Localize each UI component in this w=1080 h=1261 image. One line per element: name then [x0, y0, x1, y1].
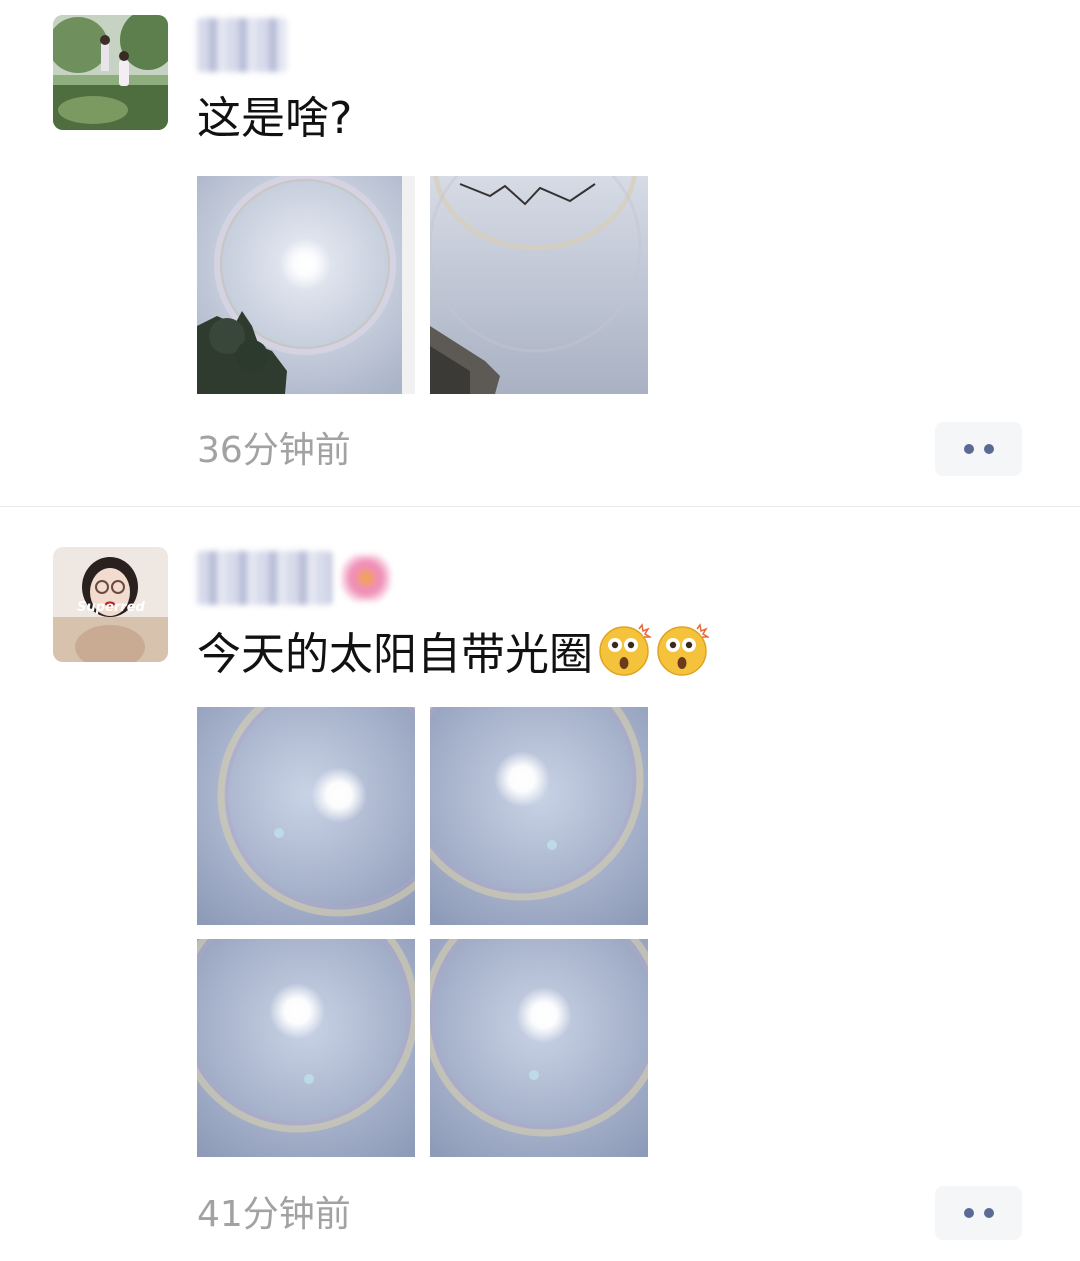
moment-post: 这是啥? 36分钟前 [0, 0, 1080, 506]
astonished-face-icon [597, 623, 651, 677]
avatar-caption: Superred [77, 600, 145, 615]
flower-icon [342, 555, 390, 601]
post-photo[interactable] [197, 176, 415, 394]
post-photo[interactable] [430, 176, 648, 394]
post-photo[interactable] [430, 707, 648, 925]
post-photo[interactable] [197, 939, 415, 1157]
post-text: 今天的太阳自带光圈 [197, 623, 709, 683]
avatar[interactable]: Superred [53, 547, 168, 662]
more-dots-icon [963, 444, 974, 454]
more-dots-icon [963, 1208, 974, 1218]
more-options-button[interactable] [935, 1186, 1022, 1240]
more-options-button[interactable] [935, 422, 1022, 476]
more-dots-icon [983, 444, 994, 454]
author-name-blurred[interactable] [197, 551, 390, 605]
more-dots-icon [983, 1208, 994, 1218]
post-photo[interactable] [197, 707, 415, 925]
post-timestamp: 36分钟前 [197, 430, 351, 471]
moment-post: Superred 今天的太阳自带光圈 41分钟前 [0, 507, 1080, 1261]
post-text: 这是啥? [197, 93, 353, 144]
author-name-blurred[interactable] [197, 18, 287, 72]
avatar[interactable] [53, 15, 168, 130]
post-timestamp: 41分钟前 [197, 1194, 351, 1235]
post-photo[interactable] [430, 939, 648, 1157]
astonished-face-icon [655, 623, 709, 677]
post-text-content: 今天的太阳自带光圈 [197, 629, 593, 680]
